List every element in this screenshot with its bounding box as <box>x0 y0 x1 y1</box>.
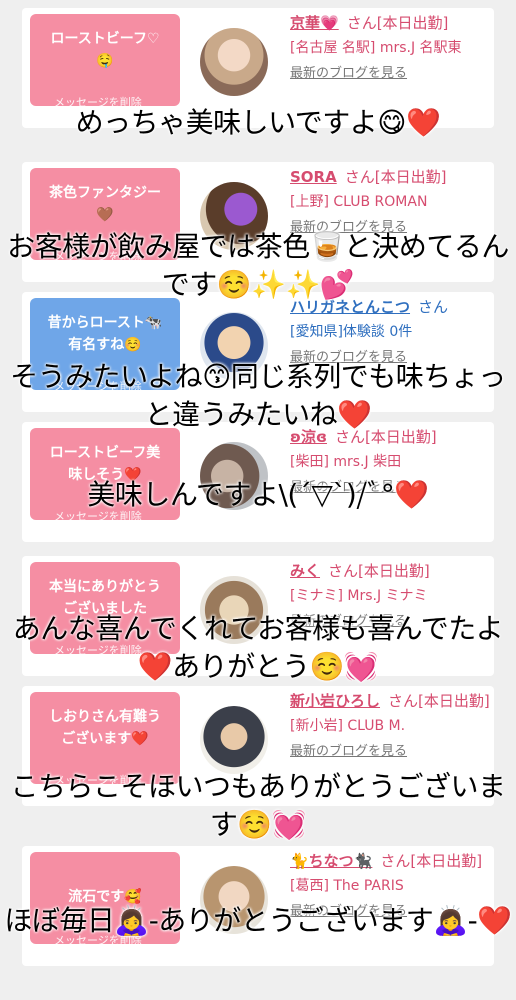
overlay-caption: めっちゃ美味しいですよ😋❤️ <box>75 106 441 139</box>
shop-name[interactable]: [葛西] The PARIS <box>290 874 490 898</box>
shop-name[interactable]: [名古屋 名駅] mrs.J 名駅東 <box>290 36 490 60</box>
shop-name[interactable]: [新小岩] CLUB M. <box>290 714 490 738</box>
overlay-caption: 美味しんですよ\(´▽`)/ﾞ°❤️ <box>87 478 429 511</box>
sender-status: さん[本日出勤] <box>344 168 447 186</box>
message-bubble: ローストビーフ♡ 🤤 メッセージを削除 <box>30 14 190 114</box>
sender-status: さん[本日出勤] <box>328 562 430 580</box>
overlay-caption: こちらこそほいつもありがとうございます☺️💓 <box>10 770 506 841</box>
overlay-caption: あんな喜んでくれてお客様も喜んでたよ❤️ありがとう☺️💓 <box>12 612 504 683</box>
sender-info: SORA さん[本日出勤] [上野] CLUB ROMAN 最新のブログを見る <box>290 164 490 235</box>
shop-name[interactable]: [ミナミ] Mrs.J ミナミ <box>290 584 490 608</box>
sender-name[interactable]: 新小岩ひろし <box>290 692 380 710</box>
sender-name[interactable]: みく <box>290 562 320 580</box>
sender-name[interactable]: 京華💗 <box>290 14 339 32</box>
latest-blog-link[interactable]: 最新のブログを見る <box>290 62 490 81</box>
overlay-caption: ほぼ毎日🙇‍♀️-ありがとうございます🙇‍♀️-❤️ <box>4 904 512 937</box>
sender-name[interactable]: 🐈ちなつ🐈‍⬛ <box>290 852 372 870</box>
overlay-caption: お客様が飲み屋では茶色🥃と決めてるんです☺️✨✨💕 <box>7 230 509 301</box>
sender-info: ハリガネとんこつ さん [愛知県]体験談 0件 最新のブログを見る <box>290 294 490 365</box>
sender-info: 新小岩ひろし さん[本日出勤] [新小岩] CLUB M. 最新のブログを見る <box>290 688 490 759</box>
sender-info: 京華💗 さん[本日出勤] [名古屋 名駅] mrs.J 名駅東 最新のブログを見る <box>290 10 490 81</box>
sender-name[interactable]: SORA <box>290 168 337 186</box>
avatar[interactable] <box>200 28 268 96</box>
shop-name[interactable]: [上野] CLUB ROMAN <box>290 190 490 214</box>
message-text: ローストビーフ♡ 🤤 <box>30 14 180 106</box>
sender-status: さん[本日出勤] <box>346 14 449 32</box>
message-feed: ローストビーフ♡ 🤤 メッセージを削除 京華💗 さん[本日出勤] [名古屋 名駅]… <box>0 0 516 1000</box>
shop-name[interactable]: [柴田] mrs.J 柴田 <box>290 450 490 474</box>
shop-name[interactable]: [愛知県]体験談 0件 <box>290 320 490 344</box>
sender-status: さん[本日出勤] <box>388 692 490 710</box>
avatar[interactable] <box>200 706 268 774</box>
overlay-caption: そうみたいよね😙同じ系列でも味ちょっと違うみたいね❤️ <box>10 360 506 431</box>
latest-blog-link[interactable]: 最新のブログを見る <box>290 740 490 759</box>
sender-status: さん[本日出勤] <box>380 852 483 870</box>
